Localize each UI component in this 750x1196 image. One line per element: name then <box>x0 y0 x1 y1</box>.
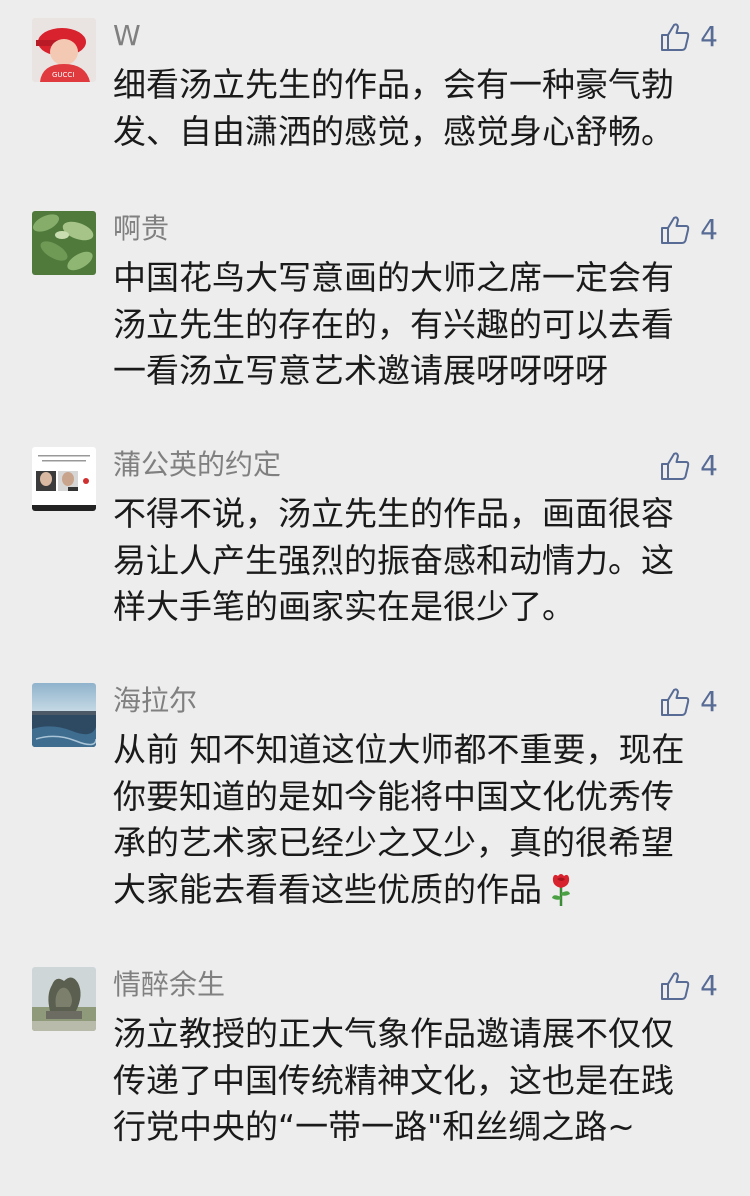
comment-line: 样大手笔的画家实在是很少了。 <box>113 587 575 626</box>
comment-line: 你要知道的是如今能将中国文化优秀传 <box>113 776 674 816</box>
comment-line: 汤立教授的正大气象作品邀请展不仅仅 <box>113 1014 674 1053</box>
commenter-name[interactable]: 啊贵 <box>113 213 169 245</box>
like-count: 4 <box>700 213 718 246</box>
comment-line: 传递了中国传统精神文化，这也是在践 <box>113 1060 674 1100</box>
like-button[interactable]: 4 <box>660 449 718 483</box>
commenter-name[interactable]: 海拉尔 <box>113 685 197 717</box>
avatar[interactable] <box>32 683 96 747</box>
thumbs-up-icon <box>661 688 690 716</box>
like-count: 4 <box>700 969 718 1002</box>
comment-text: 中国花鸟大写意画的大师之席一定会有 汤立先生的存在的，有兴趣的可以去看 一看汤立… <box>113 255 713 395</box>
comment-line: 发、自由潇洒的感觉，感觉身心舒畅。 <box>113 111 674 151</box>
lake-icon <box>32 683 96 747</box>
like-button[interactable]: 4 <box>660 685 718 719</box>
avatar[interactable]: GUCCI <box>32 18 96 82</box>
thumbs-up-icon <box>661 972 690 1000</box>
avatar[interactable] <box>32 967 96 1031</box>
thumbs-up-icon <box>661 216 690 244</box>
sculpture-icon <box>32 967 96 1031</box>
comment-line: 从前 知不知道这位大师都不重要，现在 <box>113 730 685 769</box>
comment-text: 细看汤立先生的作品，会有一种豪气勃 发、自由潇洒的感觉，感觉身心舒畅。 <box>113 62 713 155</box>
comment-line: 易让人产生强烈的振奋感和动情力。这 <box>113 540 674 580</box>
rose-icon <box>552 873 570 906</box>
comment-line: 一看汤立写意艺术邀请展呀呀呀呀 <box>113 351 608 390</box>
svg-text:GUCCI: GUCCI <box>52 71 74 79</box>
like-count: 4 <box>700 685 718 718</box>
comment-line: 细看汤立先生的作品，会有一种豪气勃 <box>113 65 674 104</box>
avatar-child-icon: GUCCI <box>32 18 96 82</box>
text-photo-icon <box>32 447 96 511</box>
comment-text: 汤立教授的正大气象作品邀请展不仅仅 传递了中国传统精神文化，这也是在践 行党中央… <box>113 1011 713 1151</box>
thumbs-up-icon <box>661 452 690 480</box>
comment-line: 行党中央的“一带一路"和丝绸之路~ <box>113 1107 635 1146</box>
like-button[interactable]: 4 <box>660 20 718 54</box>
commenter-name[interactable]: 蒲公英的约定 <box>113 449 281 481</box>
like-count: 4 <box>700 449 718 482</box>
like-button[interactable]: 4 <box>660 969 718 1003</box>
thumbs-up-icon <box>661 23 690 51</box>
comment-text: 从前 知不知道这位大师都不重要，现在 你要知道的是如今能将中国文化优秀传 承的艺… <box>113 727 713 913</box>
avatar[interactable] <box>32 447 96 511</box>
comment-line: 承的艺术家已经少之又少，真的很希望 <box>113 823 674 862</box>
leaves-icon <box>32 211 96 275</box>
comment-line-with-emoji: 大家能去看看这些优质的作品 <box>113 867 713 914</box>
avatar[interactable] <box>32 211 96 275</box>
comment-line: 中国花鸟大写意画的大师之席一定会有 <box>113 258 674 297</box>
like-button[interactable]: 4 <box>660 213 718 247</box>
like-count: 4 <box>700 20 718 53</box>
commenter-name[interactable]: 情醉余生 <box>113 969 225 1001</box>
commenter-name[interactable]: W <box>113 20 141 52</box>
comment-line: 不得不说，汤立先生的作品，画面很容 <box>113 494 674 533</box>
comment-line: 汤立先生的存在的，有兴趣的可以去看 <box>113 304 674 344</box>
comment-line: 大家能去看看这些优质的作品 <box>113 869 542 909</box>
comment-text: 不得不说，汤立先生的作品，画面很容 易让人产生强烈的振奋感和动情力。这 样大手笔… <box>113 491 713 631</box>
